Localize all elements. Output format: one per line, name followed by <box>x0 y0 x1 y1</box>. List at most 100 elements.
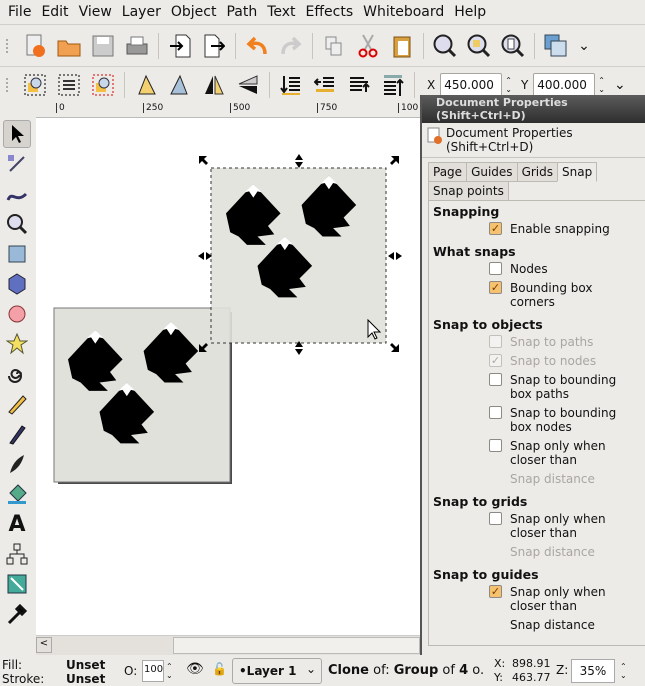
star-tool-icon[interactable] <box>3 330 31 358</box>
more-chevron-icon[interactable]: ⌄ <box>614 77 626 93</box>
calligraphy-tool-icon[interactable] <box>3 450 31 478</box>
raise-to-top-icon[interactable] <box>379 70 407 100</box>
zoom-input[interactable]: 35% <box>571 659 615 683</box>
flip-horizontal-icon[interactable] <box>200 70 228 100</box>
tweak-tool-icon[interactable] <box>3 180 31 208</box>
objects-snap-closer-checkbox[interactable]: Snap only when closer than <box>489 439 641 467</box>
rotate-ccw-icon[interactable] <box>132 70 160 100</box>
zoom-page-icon[interactable] <box>499 31 527 61</box>
layer-lock-icon[interactable]: 🔓 <box>212 662 227 676</box>
print-icon[interactable] <box>123 31 151 61</box>
grids-snap-closer-checkbox[interactable]: Snap only when closer than <box>489 512 641 540</box>
toolbar-grip[interactable] <box>6 38 14 53</box>
snap-bbox-paths-checkbox[interactable]: Snap to bounding box paths <box>489 373 641 401</box>
original-group[interactable] <box>53 307 232 484</box>
dropper-tool-icon[interactable] <box>3 600 31 628</box>
scrollbar-thumb[interactable] <box>173 637 420 654</box>
chevron-down-icon: ⌄ <box>305 662 316 676</box>
menu-effects[interactable]: Effects <box>304 4 362 20</box>
menu-file[interactable]: File <box>6 4 39 20</box>
select-all-layers-icon[interactable] <box>55 70 83 100</box>
x-coordinate-input[interactable]: 450.000 <box>440 72 503 97</box>
3d-box-tool-icon[interactable] <box>3 270 31 298</box>
horizontal-scrollbar[interactable]: < <box>36 635 420 655</box>
clone-icon[interactable] <box>542 31 570 61</box>
duplicate-icon[interactable] <box>320 31 348 61</box>
y-coordinate-input[interactable]: 400.000 <box>533 72 596 97</box>
status-bar: Fill: Stroke: Unset Unset O: 100 ⌃ ⌄ 👁 🔓 … <box>0 657 645 686</box>
menu-whiteboard[interactable]: Whiteboard <box>361 4 452 20</box>
tab-snap-points[interactable]: Snap points <box>428 181 509 201</box>
drawing-canvas[interactable] <box>36 118 420 635</box>
select-all-icon[interactable] <box>21 70 49 100</box>
snap-to-nodes-checkbox[interactable]: ✓ Snap to nodes <box>489 354 641 368</box>
pen-tool-icon[interactable] <box>3 420 31 448</box>
zoom-tool-icon[interactable] <box>3 210 31 238</box>
cursor-x-label: X: <box>494 657 506 670</box>
nodes-checkbox[interactable]: Nodes <box>489 262 641 276</box>
tab-guides[interactable]: Guides <box>466 162 518 182</box>
opacity-spin-icon[interactable]: ⌃ ⌄ <box>166 662 173 680</box>
text-tool-icon[interactable]: A <box>3 510 31 538</box>
y-spin-icon[interactable]: ⌃ ⌄ <box>598 76 605 94</box>
lower-to-bottom-icon[interactable] <box>277 70 305 100</box>
opacity-input[interactable]: 100 <box>142 660 164 682</box>
menu-layer[interactable]: Layer <box>120 4 169 20</box>
import-icon[interactable] <box>166 31 194 61</box>
new-document-icon[interactable] <box>21 31 49 61</box>
connector-tool-icon[interactable] <box>3 540 31 568</box>
gradient-tool-icon[interactable] <box>3 570 31 598</box>
layer-dropdown[interactable]: •Layer 1 ⌄ <box>232 658 322 684</box>
redo-icon[interactable] <box>277 31 305 61</box>
rotate-cw-icon[interactable] <box>166 70 194 100</box>
enable-snapping-checkbox[interactable]: ✓ Enable snapping <box>489 222 641 236</box>
tab-snap[interactable]: Snap <box>557 162 598 182</box>
tab-grids[interactable]: Grids <box>516 162 558 182</box>
pencil-tool-icon[interactable] <box>3 390 31 418</box>
stroke-value[interactable]: Unset <box>66 672 105 686</box>
zoom-spin-icon[interactable]: ⌃ ⌄ <box>620 662 627 680</box>
more-chevron-icon[interactable]: ⌄ <box>576 31 592 61</box>
deselect-icon[interactable] <box>89 70 117 100</box>
open-icon[interactable] <box>55 31 83 61</box>
stroke-label: Stroke: <box>2 672 45 686</box>
cut-icon[interactable] <box>354 31 382 61</box>
rectangle-tool-icon[interactable] <box>3 240 31 268</box>
snap-bbox-nodes-checkbox[interactable]: Snap to bounding box nodes <box>489 406 641 434</box>
dialog-titlebar[interactable]: Document Properties (Shift+Ctrl+D) <box>422 95 645 123</box>
menu-path[interactable]: Path <box>224 4 265 20</box>
ellipse-tool-icon[interactable] <box>3 300 31 328</box>
scroll-left-icon[interactable]: < <box>36 637 52 653</box>
toolbar-grip[interactable] <box>6 77 14 92</box>
lower-icon[interactable] <box>311 70 339 100</box>
paste-icon[interactable] <box>388 31 416 61</box>
menu-edit[interactable]: Edit <box>39 4 76 20</box>
zoom-drawing-icon[interactable] <box>465 31 493 61</box>
zoom-selection-icon[interactable] <box>431 31 459 61</box>
selector-tool-icon[interactable] <box>3 120 31 148</box>
menu-help[interactable]: Help <box>452 4 494 20</box>
guides-snap-closer-checkbox[interactable]: ✓ Snap only when closer than <box>489 585 641 613</box>
x-spin-icon[interactable]: ⌃ ⌄ <box>505 76 512 94</box>
raise-icon[interactable] <box>345 70 373 100</box>
horizontal-ruler[interactable]: 0 250 500 750 100 <box>36 102 420 118</box>
save-icon[interactable] <box>89 31 117 61</box>
clone-group[interactable] <box>210 167 387 344</box>
grids-snap-distance-label: Snap distance <box>510 545 595 559</box>
undo-icon[interactable] <box>243 31 271 61</box>
snap-to-paths-checkbox[interactable]: Snap to paths <box>489 335 641 349</box>
fill-value[interactable]: Unset <box>66 658 105 672</box>
ruler-label: 250 <box>143 103 163 113</box>
node-tool-icon[interactable] <box>3 150 31 178</box>
export-icon[interactable] <box>200 31 228 61</box>
menu-text[interactable]: Text <box>265 4 303 20</box>
menu-object[interactable]: Object <box>169 4 225 20</box>
spiral-tool-icon[interactable] <box>3 360 31 388</box>
flip-vertical-icon[interactable] <box>234 70 262 100</box>
bbox-corners-checkbox[interactable]: ✓ Bounding box corners <box>489 281 641 309</box>
paint-bucket-tool-icon[interactable] <box>3 480 31 508</box>
menu-view[interactable]: View <box>77 4 120 20</box>
tab-page[interactable]: Page <box>428 162 468 182</box>
section-what-snaps: What snaps <box>433 244 516 259</box>
layer-visibility-icon[interactable]: 👁 <box>186 661 204 677</box>
